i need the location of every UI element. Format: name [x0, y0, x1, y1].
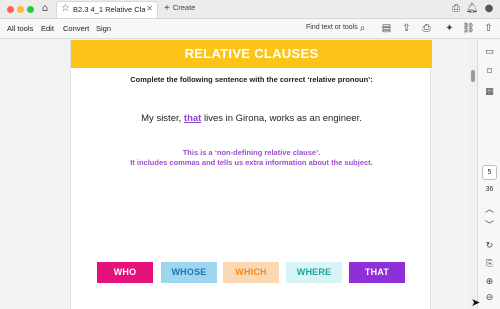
menu-sign[interactable]: Sign	[96, 24, 111, 33]
right-rail: ▭ ⌑ ▦ 5 36 ︿ ﹀ ↻ ⎘ ⊕ ⊖	[477, 40, 500, 309]
pdf-page: RELATIVE CLAUSES Complete the following …	[70, 40, 432, 309]
document-viewer: RELATIVE CLAUSES Complete the following …	[0, 40, 469, 309]
title-bar: ⌂ ☆ B2.3 4_1 Relative Claus... ✕ +Create…	[0, 0, 500, 19]
menu-all-tools[interactable]: All tools	[7, 24, 33, 33]
plus-icon: +	[164, 3, 170, 14]
bookmark-icon[interactable]: ⌑	[483, 66, 496, 79]
chevron-down-icon[interactable]: ﹀	[483, 220, 496, 233]
rotate-icon[interactable]: ↻	[483, 240, 496, 253]
bell-icon[interactable]: 🔔︎	[465, 2, 479, 16]
sentence-end: lives in Girona, works as an engineer.	[201, 113, 362, 124]
create-label: Create	[172, 3, 196, 12]
close-window-button[interactable]	[7, 6, 14, 13]
explanation: This is a ‘non-defining relative clause’…	[71, 148, 432, 168]
close-icon[interactable]: ✕	[146, 4, 153, 13]
title-banner: RELATIVE CLAUSES	[71, 40, 432, 68]
mouse-cursor-icon: ➤	[471, 296, 481, 309]
choice-where[interactable]: WHERE	[286, 262, 342, 283]
explanation-line-2: It includes commas and tells us extra in…	[130, 158, 373, 167]
save-icon[interactable]: ▤	[380, 22, 393, 35]
instruction-text: Complete the following sentence with the…	[130, 75, 373, 84]
sentence-start: My sister,	[141, 113, 184, 124]
minimize-window-button[interactable]	[17, 6, 24, 13]
choice-which[interactable]: WHICH	[223, 262, 279, 283]
choice-whose[interactable]: WHOSE	[161, 262, 217, 283]
extract-icon[interactable]: ⎘	[483, 258, 496, 271]
choice-who[interactable]: WHO	[97, 262, 153, 283]
print-icon[interactable]: ⎙	[420, 22, 433, 35]
scroll-thumb[interactable]	[471, 70, 475, 82]
home-icon[interactable]: ⌂	[38, 2, 52, 16]
comment-icon[interactable]: ▭	[483, 46, 496, 59]
star-icon[interactable]: ☆	[61, 3, 70, 14]
vertical-scrollbar[interactable]	[469, 40, 477, 309]
search-icon[interactable]: ⌕	[356, 22, 369, 35]
total-pages: 36	[485, 186, 494, 193]
share-icon[interactable]: ⇧	[482, 22, 495, 35]
find-tools-button[interactable]: Find text or tools	[306, 24, 358, 31]
create-tab-button[interactable]: + Create	[164, 3, 195, 14]
answer-blank: that	[183, 113, 202, 124]
explanation-line-1: This is a ‘non-defining relative clause’…	[182, 148, 321, 157]
link-icon[interactable]: ⛓	[462, 22, 475, 35]
pages-icon[interactable]: ▦	[483, 86, 496, 99]
example-sentence: My sister, that lives in Girona, works a…	[71, 113, 432, 124]
menu-convert[interactable]: Convert	[63, 24, 89, 33]
zoom-out-icon[interactable]: ⊖	[483, 292, 496, 305]
tab-title: B2.3 4_1 Relative Claus...	[73, 5, 145, 14]
print-icon[interactable]: ⎙	[449, 2, 463, 16]
ai-assistant-icon[interactable]: ✦	[443, 22, 456, 35]
document-tab[interactable]: ☆ B2.3 4_1 Relative Claus... ✕	[56, 1, 158, 18]
toolbar: All tools Edit Convert Sign Find text or…	[0, 19, 500, 39]
menu-edit[interactable]: Edit	[41, 24, 54, 33]
chevron-up-icon[interactable]: ︿	[483, 204, 496, 217]
choice-that[interactable]: THAT	[349, 262, 405, 283]
zoom-in-icon[interactable]: ⊕	[483, 276, 496, 289]
upload-icon[interactable]: ⇪	[400, 22, 413, 35]
user-icon[interactable]: ●	[482, 2, 496, 16]
current-page-field[interactable]: 5	[482, 165, 497, 180]
zoom-window-button[interactable]	[27, 6, 34, 13]
page-title: RELATIVE CLAUSES	[184, 46, 319, 61]
